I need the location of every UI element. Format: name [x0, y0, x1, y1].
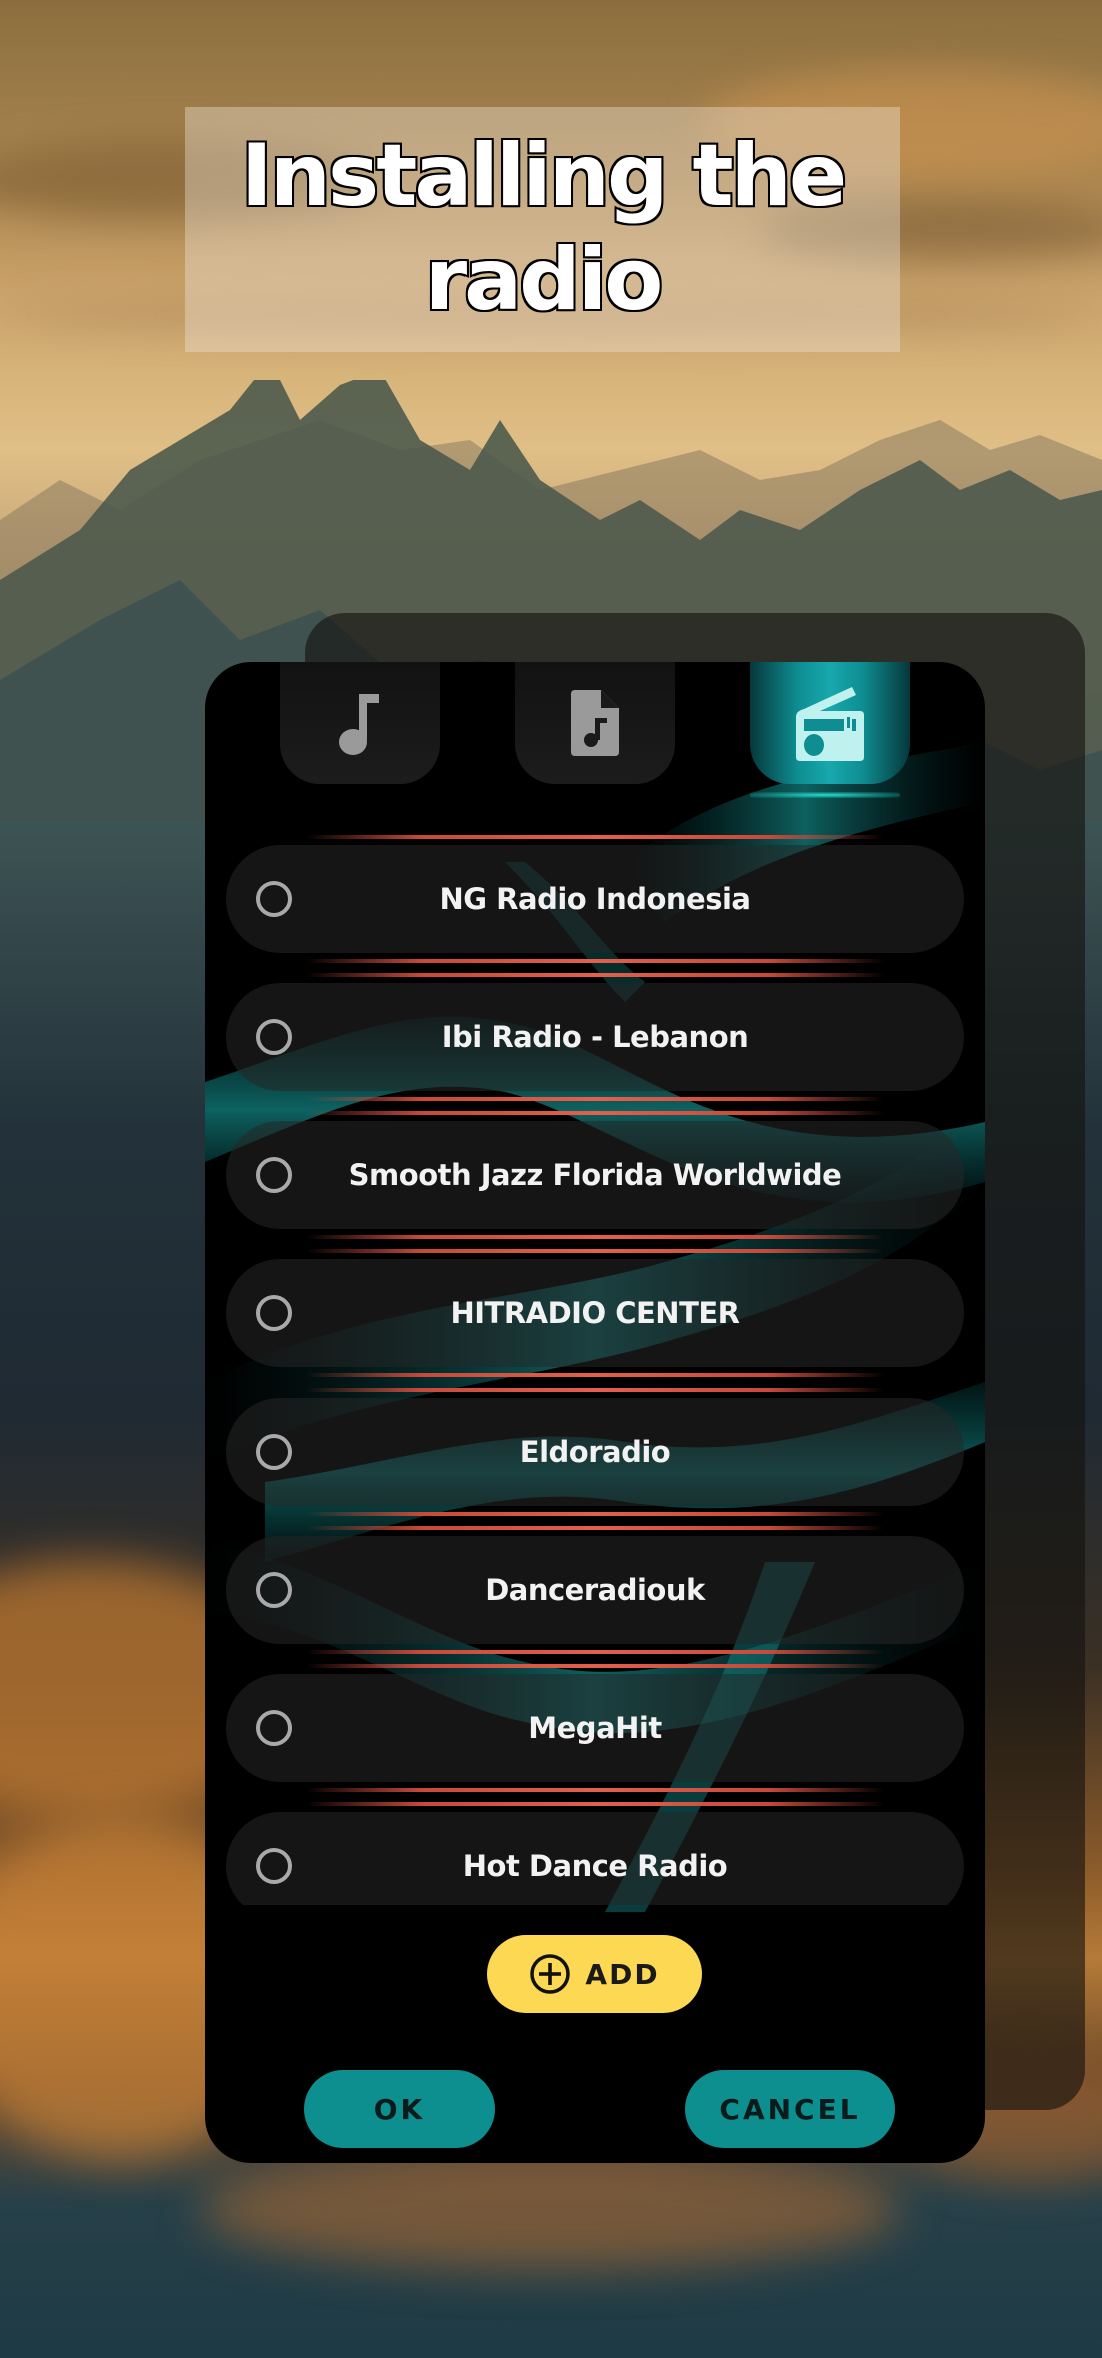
ok-button[interactable]: OK	[304, 2070, 495, 2148]
station-name: Ibi Radio - Lebanon	[441, 1020, 749, 1054]
radio-station-dialog: NG Radio Indonesia Ibi Radio - Lebanon S…	[205, 662, 985, 2163]
station-name: Eldoradio	[519, 1435, 671, 1469]
radio-icon	[796, 687, 864, 761]
plus-circle-icon	[530, 1954, 571, 1994]
title-line-1: Installing the	[239, 124, 849, 228]
tab-audio-file[interactable]	[515, 662, 675, 784]
station-list[interactable]: NG Radio Indonesia Ibi Radio - Lebanon S…	[226, 832, 964, 1905]
add-station-button[interactable]: ADD	[487, 1935, 702, 2013]
station-name: Hot Dance Radio	[462, 1849, 728, 1883]
station-name: Danceradiouk	[485, 1573, 705, 1607]
active-tab-indicator	[750, 792, 900, 798]
page-title: Installing the radio	[185, 124, 900, 332]
station-row[interactable]: Ibi Radio - Lebanon	[226, 973, 964, 1101]
station-row[interactable]: Eldoradio	[226, 1388, 964, 1516]
station-row[interactable]: Danceradiouk	[226, 1526, 964, 1654]
station-name: HITRADIO CENTER	[450, 1296, 740, 1330]
station-name: NG Radio Indonesia	[439, 882, 752, 916]
station-row[interactable]: HITRADIO CENTER	[226, 1249, 964, 1377]
tab-music[interactable]	[280, 662, 440, 784]
station-row[interactable]: Smooth Jazz Florida Worldwide	[226, 1111, 964, 1239]
station-name: MegaHit	[528, 1711, 662, 1745]
sand-dune	[200, 2150, 900, 2270]
title-line-2: radio	[423, 228, 666, 332]
add-label: ADD	[585, 1957, 660, 1991]
station-row[interactable]: MegaHit	[226, 1664, 964, 1792]
audio-file-icon	[571, 690, 619, 756]
tab-radio[interactable]	[750, 662, 910, 784]
cancel-button[interactable]: CANCEL	[685, 2070, 895, 2148]
station-row[interactable]: NG Radio Indonesia	[226, 835, 964, 963]
music-note-icon	[339, 694, 379, 755]
station-row[interactable]: Hot Dance Radio	[226, 1802, 964, 1905]
station-name: Smooth Jazz Florida Worldwide	[348, 1158, 842, 1192]
